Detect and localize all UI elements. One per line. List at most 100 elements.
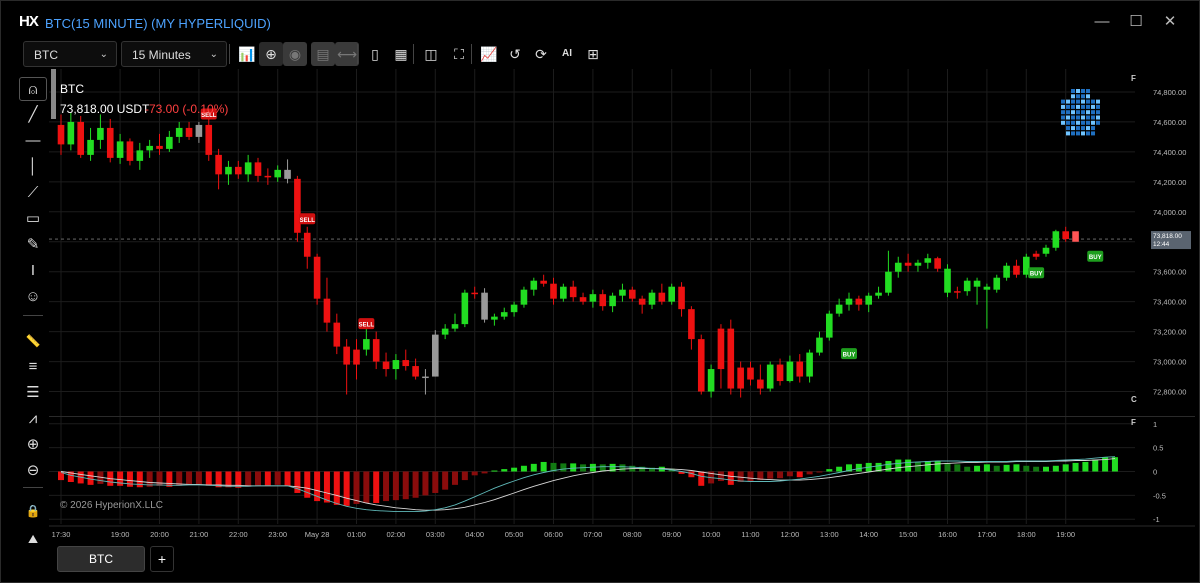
candle-body[interactable] bbox=[136, 150, 144, 161]
tab-btc[interactable]: BTC bbox=[57, 546, 145, 572]
candle-body[interactable] bbox=[697, 339, 705, 392]
candle-body[interactable] bbox=[481, 292, 488, 320]
chart-type-icon[interactable]: 📈 bbox=[477, 42, 501, 66]
candle-body[interactable] bbox=[441, 328, 449, 335]
vertical-line-tool-icon[interactable]: │ bbox=[19, 155, 47, 179]
candle-body[interactable] bbox=[471, 292, 478, 295]
candle-body[interactable] bbox=[166, 136, 173, 149]
candle-body[interactable] bbox=[550, 283, 557, 299]
fit-width-icon[interactable]: ⟷ bbox=[335, 42, 359, 66]
candle-body[interactable] bbox=[313, 256, 321, 299]
add-tab-button[interactable]: + bbox=[150, 546, 174, 572]
snapshot-icon[interactable]: ◉ bbox=[283, 42, 307, 66]
candle-body[interactable] bbox=[116, 141, 124, 158]
candle-body[interactable] bbox=[826, 313, 833, 338]
maximize-icon[interactable]: ☐ bbox=[1125, 11, 1147, 33]
candle-body[interactable] bbox=[865, 295, 872, 305]
candle-body[interactable] bbox=[914, 262, 922, 266]
candle-body[interactable] bbox=[963, 280, 971, 292]
fib-tool-icon[interactable]: ≡ bbox=[19, 355, 47, 379]
candle-body[interactable] bbox=[688, 309, 695, 340]
notes-icon[interactable]: ▦ bbox=[389, 42, 413, 66]
candle-body[interactable] bbox=[97, 127, 104, 140]
candle-body[interactable] bbox=[589, 294, 597, 302]
candle-body[interactable] bbox=[678, 286, 685, 310]
emoji-tool-icon[interactable]: ☺ bbox=[19, 285, 47, 309]
candle-body[interactable] bbox=[954, 291, 961, 293]
candle-body[interactable] bbox=[195, 124, 203, 137]
candle-body[interactable] bbox=[786, 361, 794, 382]
candle-body[interactable] bbox=[658, 292, 666, 302]
candle-body[interactable] bbox=[146, 145, 153, 151]
candle-body[interactable] bbox=[432, 334, 439, 377]
candle-body[interactable] bbox=[1062, 231, 1069, 240]
refresh-icon[interactable]: ⟳ bbox=[529, 42, 553, 66]
candle-body[interactable] bbox=[638, 298, 646, 305]
pattern-tool-icon[interactable]: ⩘ bbox=[19, 407, 47, 431]
candle-body[interactable] bbox=[619, 289, 626, 296]
candle-body[interactable] bbox=[599, 294, 607, 307]
candle-body[interactable] bbox=[225, 166, 232, 175]
candle-body[interactable] bbox=[500, 312, 508, 317]
candle-body[interactable] bbox=[175, 127, 183, 137]
candle-body[interactable] bbox=[894, 262, 902, 272]
candle-body[interactable] bbox=[510, 304, 518, 313]
candle-body[interactable] bbox=[353, 349, 360, 365]
candle-body[interactable] bbox=[934, 258, 941, 269]
candle-body[interactable] bbox=[648, 292, 656, 305]
candle-body[interactable] bbox=[323, 298, 331, 323]
grid-layout-icon[interactable]: ⊞ bbox=[581, 42, 605, 66]
candle-body[interactable] bbox=[126, 141, 134, 161]
close-icon[interactable]: ✕ bbox=[1159, 11, 1181, 33]
candle-body[interactable] bbox=[924, 258, 932, 263]
candle-body[interactable] bbox=[530, 280, 538, 290]
candle-body[interactable] bbox=[816, 337, 823, 353]
ray-tool-icon[interactable]: ⟋ bbox=[19, 181, 47, 205]
candle-body[interactable] bbox=[156, 145, 163, 149]
candle-body[interactable] bbox=[766, 364, 774, 389]
zoom-in-icon[interactable]: ⊕ bbox=[19, 433, 47, 457]
candle-body[interactable] bbox=[461, 292, 469, 325]
candle-body[interactable] bbox=[1003, 265, 1010, 278]
candle-body[interactable] bbox=[776, 364, 784, 382]
candle-body[interactable] bbox=[451, 324, 459, 329]
candle-body[interactable] bbox=[205, 124, 213, 155]
candle-body[interactable] bbox=[67, 121, 75, 145]
candle-body[interactable] bbox=[806, 352, 813, 377]
chart-scroll-handle[interactable] bbox=[51, 69, 56, 119]
candle-body[interactable] bbox=[747, 367, 754, 380]
brush-tool-icon[interactable]: ✎ bbox=[19, 233, 47, 257]
candle-body[interactable] bbox=[106, 127, 114, 158]
candle-body[interactable] bbox=[609, 295, 616, 307]
candle-body[interactable] bbox=[885, 271, 892, 293]
candle-body[interactable] bbox=[254, 162, 262, 176]
candle-body[interactable] bbox=[392, 360, 400, 370]
candle-body[interactable] bbox=[560, 286, 567, 299]
candle-body[interactable] bbox=[855, 298, 863, 305]
candle-body[interactable] bbox=[973, 280, 981, 287]
crosshair-icon[interactable]: ⊕ bbox=[259, 42, 283, 66]
interval-selector[interactable]: 15 Minutes ⌄ bbox=[121, 41, 227, 67]
candle-body[interactable] bbox=[668, 286, 675, 302]
candle-body[interactable] bbox=[569, 286, 577, 298]
candle-body[interactable] bbox=[845, 298, 853, 305]
pane-scale-label[interactable]: F bbox=[1131, 74, 1136, 83]
candle-body[interactable] bbox=[717, 328, 725, 370]
candle-body[interactable] bbox=[264, 175, 272, 178]
zoom-out-icon[interactable]: ⊖ bbox=[19, 459, 47, 483]
horizontal-line-tool-icon[interactable]: — bbox=[19, 129, 47, 153]
candle-body[interactable] bbox=[372, 339, 380, 362]
candle-body[interactable] bbox=[294, 178, 301, 233]
document-icon[interactable]: ▯ bbox=[363, 42, 387, 66]
candle-body[interactable] bbox=[875, 292, 882, 296]
channel-tool-icon[interactable]: ☰ bbox=[19, 381, 47, 405]
candle-body[interactable] bbox=[87, 139, 94, 155]
candle-body[interactable] bbox=[1052, 231, 1060, 248]
replay-icon[interactable]: ↺ bbox=[503, 42, 527, 66]
candle-body[interactable] bbox=[244, 162, 252, 175]
candle-body[interactable] bbox=[412, 366, 419, 377]
candle-body[interactable] bbox=[185, 127, 193, 137]
pane-scale-label[interactable]: C bbox=[1131, 395, 1137, 404]
candle-body[interactable] bbox=[540, 280, 547, 284]
candle-body[interactable] bbox=[737, 367, 744, 389]
